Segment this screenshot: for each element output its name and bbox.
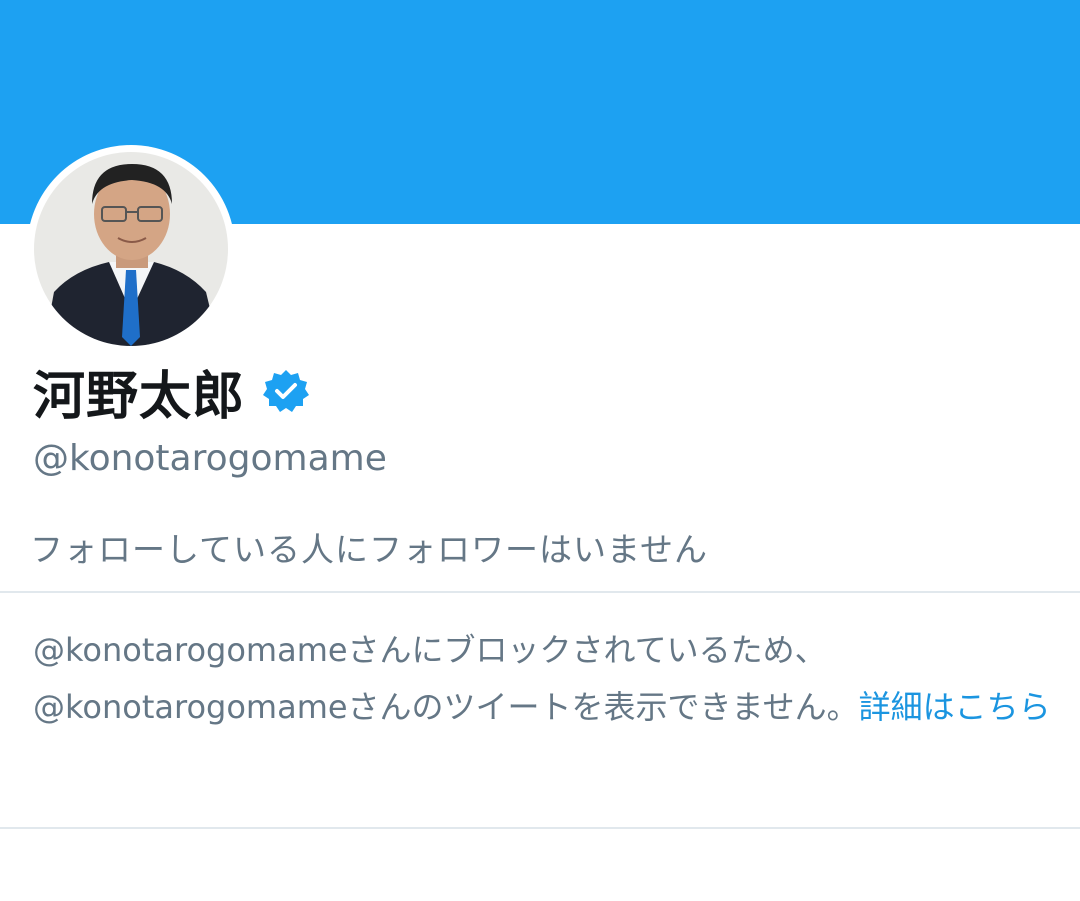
blocked-notice-line2: @konotarogomameさんのツイートを表示できません。 [33, 688, 859, 726]
profile-handle: @konotarogomame [33, 438, 387, 479]
blocked-notice: @konotarogomameさんにブロックされているため、 @konotaro… [33, 622, 1053, 736]
name-row: 河野太郎 [33, 356, 310, 427]
followers-you-know-note: フォローしている人にフォロワーはいません [30, 530, 709, 569]
avatar-photo [34, 152, 228, 346]
verified-badge-icon [263, 368, 310, 414]
blocked-notice-line1: @konotarogomameさんにブロックされているため、 [33, 631, 827, 669]
divider [0, 827, 1080, 829]
profile-avatar[interactable] [27, 145, 235, 353]
divider [0, 591, 1080, 593]
learn-more-link[interactable]: 詳細はこちら [859, 688, 1051, 726]
display-name: 河野太郎 [33, 366, 246, 427]
profile-page: 河野太郎 @konotarogomame フォローしている人にフォロワーはいませ… [0, 0, 1080, 901]
